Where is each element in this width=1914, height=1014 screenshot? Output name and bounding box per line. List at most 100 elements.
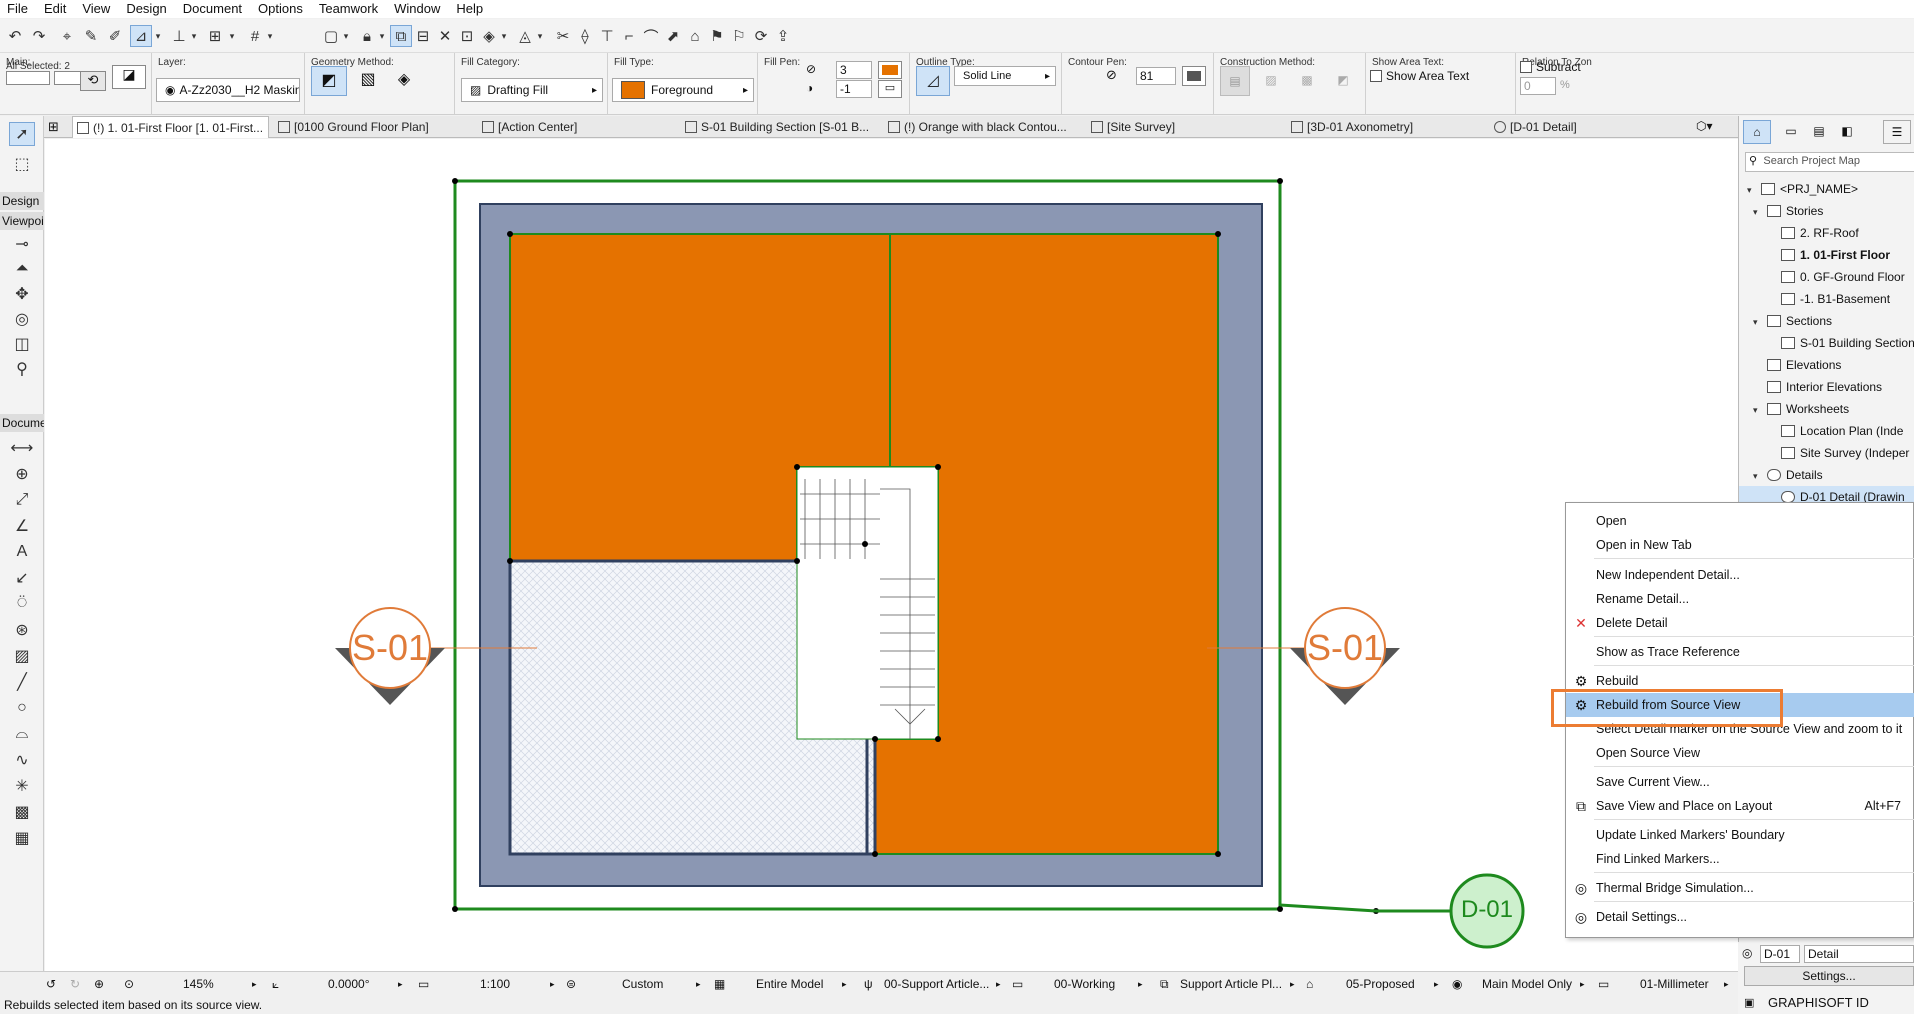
navigation-back-icon[interactable]: ↺: [46, 972, 56, 997]
grid-icon[interactable]: #: [244, 25, 266, 47]
dimension-value[interactable]: Support Article Pl...: [1180, 972, 1282, 997]
menu-design[interactable]: Design: [119, 0, 175, 18]
navigator-menu-icon[interactable]: ☰: [1883, 120, 1911, 144]
tab-axonometry[interactable]: [3D-01 Axonometry]: [1287, 116, 1490, 138]
tree-sections[interactable]: ▾ Sections: [1739, 310, 1914, 332]
flag-icon[interactable]: ⚑: [706, 25, 728, 47]
angle-dimension-icon[interactable]: ∠: [9, 514, 35, 538]
tree-story-first[interactable]: 1. 01-First Floor: [1739, 244, 1914, 266]
structure-value[interactable]: Custom: [622, 972, 663, 997]
polygon-geometry-icon[interactable]: ◩: [311, 66, 347, 96]
home-icon[interactable]: ⌂: [684, 25, 706, 47]
publisher-icon[interactable]: ◧: [1835, 120, 1859, 144]
chevron-down-icon[interactable]: ▾: [534, 25, 546, 47]
menu-item-detail-settings[interactable]: ◎ Detail Settings...: [1566, 905, 1914, 929]
grid-tool-icon[interactable]: ⊛: [9, 618, 35, 642]
drawing-canvas[interactable]: S-01 S-01 D-01: [45, 139, 1738, 971]
arrow-tool-icon[interactable]: ➚: [9, 122, 35, 146]
magic-wand-icon[interactable]: ◩: [1328, 66, 1358, 96]
tab-options-icon[interactable]: ⬡▾: [1696, 119, 1713, 133]
menu-view[interactable]: View: [75, 0, 119, 18]
section-tool-icon[interactable]: ⊸: [9, 232, 35, 256]
menu-window[interactable]: Window: [387, 0, 449, 18]
elevation-tool-icon[interactable]: ⏶: [9, 257, 35, 281]
fill-geometry-icon[interactable]: ◪: [112, 65, 146, 89]
fill-pen-color[interactable]: [878, 61, 902, 79]
menu-item-open-source-view[interactable]: Open Source View: [1566, 741, 1914, 765]
menu-item-new-independent-detail[interactable]: New Independent Detail...: [1566, 563, 1914, 587]
undo-icon[interactable]: ↶: [4, 25, 26, 47]
scissors-icon[interactable]: ✂: [552, 25, 574, 47]
marquee-icon[interactable]: ▢: [320, 25, 342, 47]
tree-site-survey[interactable]: Site Survey (Indeper: [1739, 442, 1914, 464]
zoom-icon[interactable]: ⊙: [124, 972, 134, 997]
menu-item-find-linked-markers[interactable]: Find Linked Markers...: [1566, 847, 1914, 871]
tree-stories[interactable]: ▾ Stories: [1739, 200, 1914, 222]
group-icon[interactable]: ⊡: [456, 25, 478, 47]
rotate-icon[interactable]: ⟲: [80, 71, 106, 91]
design-header[interactable]: Design: [0, 192, 44, 210]
project-map-icon[interactable]: ⌂: [1743, 120, 1771, 144]
view-map-icon[interactable]: ▭: [1779, 120, 1803, 144]
tree-story-basement[interactable]: -1. B1-Basement: [1739, 288, 1914, 310]
chevron-down-icon[interactable]: ▾: [188, 25, 200, 47]
document-header[interactable]: Docume: [0, 414, 44, 432]
show-area-checkbox[interactable]: [1370, 70, 1382, 82]
polyline-method-icon[interactable]: ▤: [1220, 66, 1250, 96]
tab-building-section[interactable]: S-01 Building Section [S-01 B...: [681, 116, 884, 138]
tree-section-s01[interactable]: S-01 Building Section: [1739, 332, 1914, 354]
adjust-icon[interactable]: ⊤: [596, 25, 618, 47]
camera-tool-icon[interactable]: ⚲: [9, 357, 35, 381]
fill-tool-icon[interactable]: ▨: [9, 644, 35, 668]
text-tool-icon[interactable]: A: [9, 540, 35, 564]
menu-item-update-linked-markers[interactable]: Update Linked Markers' Boundary: [1566, 823, 1914, 847]
selection-filter-dropdown[interactable]: [6, 71, 50, 85]
tab-orange-fill-settings[interactable]: (!) Orange with black Contou...: [884, 116, 1087, 138]
hotspot-tool-icon[interactable]: ✳: [9, 774, 35, 798]
menu-help[interactable]: Help: [449, 0, 492, 18]
menu-options[interactable]: Options: [251, 0, 312, 18]
drawing-tool-icon[interactable]: ▦: [9, 826, 35, 850]
contour-pen-field[interactable]: 81: [1136, 67, 1176, 85]
rectangle-geometry-icon[interactable]: ▧: [353, 66, 383, 96]
rect-method-icon[interactable]: ▨: [1256, 66, 1286, 96]
issue-icon[interactable]: ⚐: [728, 25, 750, 47]
menu-teamwork[interactable]: Teamwork: [312, 0, 387, 18]
outline-visible-icon[interactable]: ◿: [916, 66, 950, 96]
dimension-tool-icon[interactable]: ⟷: [9, 436, 35, 460]
redo-icon[interactable]: ↷: [28, 25, 50, 47]
layout-book-icon[interactable]: ▤: [1807, 120, 1831, 144]
split-icon[interactable]: ⟠: [574, 25, 596, 47]
render-icon[interactable]: ◬: [514, 25, 536, 47]
bg-pen-color[interactable]: ▭: [878, 80, 902, 98]
circle-tool-icon[interactable]: ○: [9, 696, 35, 720]
sync-icon[interactable]: ⟳: [750, 25, 772, 47]
subtract-checkbox[interactable]: [1520, 61, 1532, 73]
tree-elevations[interactable]: Elevations: [1739, 354, 1914, 376]
tab-site-survey[interactable]: [Site Survey]: [1087, 116, 1290, 138]
interior-elevation-tool-icon[interactable]: ✥: [9, 282, 35, 306]
trim-icon[interactable]: ✕: [434, 25, 456, 47]
layer-dropdown[interactable]: ◉ A-Zz2030__H2 Masking a...: [156, 78, 300, 102]
zoom-value[interactable]: 145%: [183, 972, 214, 997]
spline-tool-icon[interactable]: ∿: [9, 748, 35, 772]
detail-id-field[interactable]: D-01: [1760, 945, 1800, 963]
offset-icon[interactable]: ⬈: [662, 25, 684, 47]
menu-item-save-place-layout[interactable]: ⧉ Save View and Place on Layout Alt+F7: [1566, 794, 1914, 818]
menu-item-save-current-view[interactable]: Save Current View...: [1566, 770, 1914, 794]
fillet-icon[interactable]: ⌒: [640, 25, 662, 47]
pen-set-value[interactable]: 00-Support Article...: [884, 972, 989, 997]
menu-item-rename-detail[interactable]: Rename Detail...: [1566, 587, 1914, 611]
bg-pen-field[interactable]: -1: [836, 80, 872, 98]
chevron-down-icon[interactable]: ▾: [226, 25, 238, 47]
detail-name-field[interactable]: Detail: [1804, 945, 1914, 963]
menu-item-open[interactable]: Open: [1566, 509, 1914, 533]
menu-item-show-trace[interactable]: Show as Trace Reference: [1566, 640, 1914, 664]
graphisoft-id-icon[interactable]: ▣: [1744, 996, 1754, 1009]
renovation-value[interactable]: 05-Proposed: [1346, 972, 1415, 997]
suspend-groups-icon[interactable]: ⧉: [390, 25, 412, 47]
spot-elevation-icon[interactable]: ⤢: [9, 488, 35, 512]
polyline-tool-icon[interactable]: ⌓: [9, 722, 35, 746]
tab-ground-floor-plan[interactable]: [0100 Ground Floor Plan]: [274, 116, 478, 138]
chevron-down-icon[interactable]: ▾: [152, 25, 164, 47]
